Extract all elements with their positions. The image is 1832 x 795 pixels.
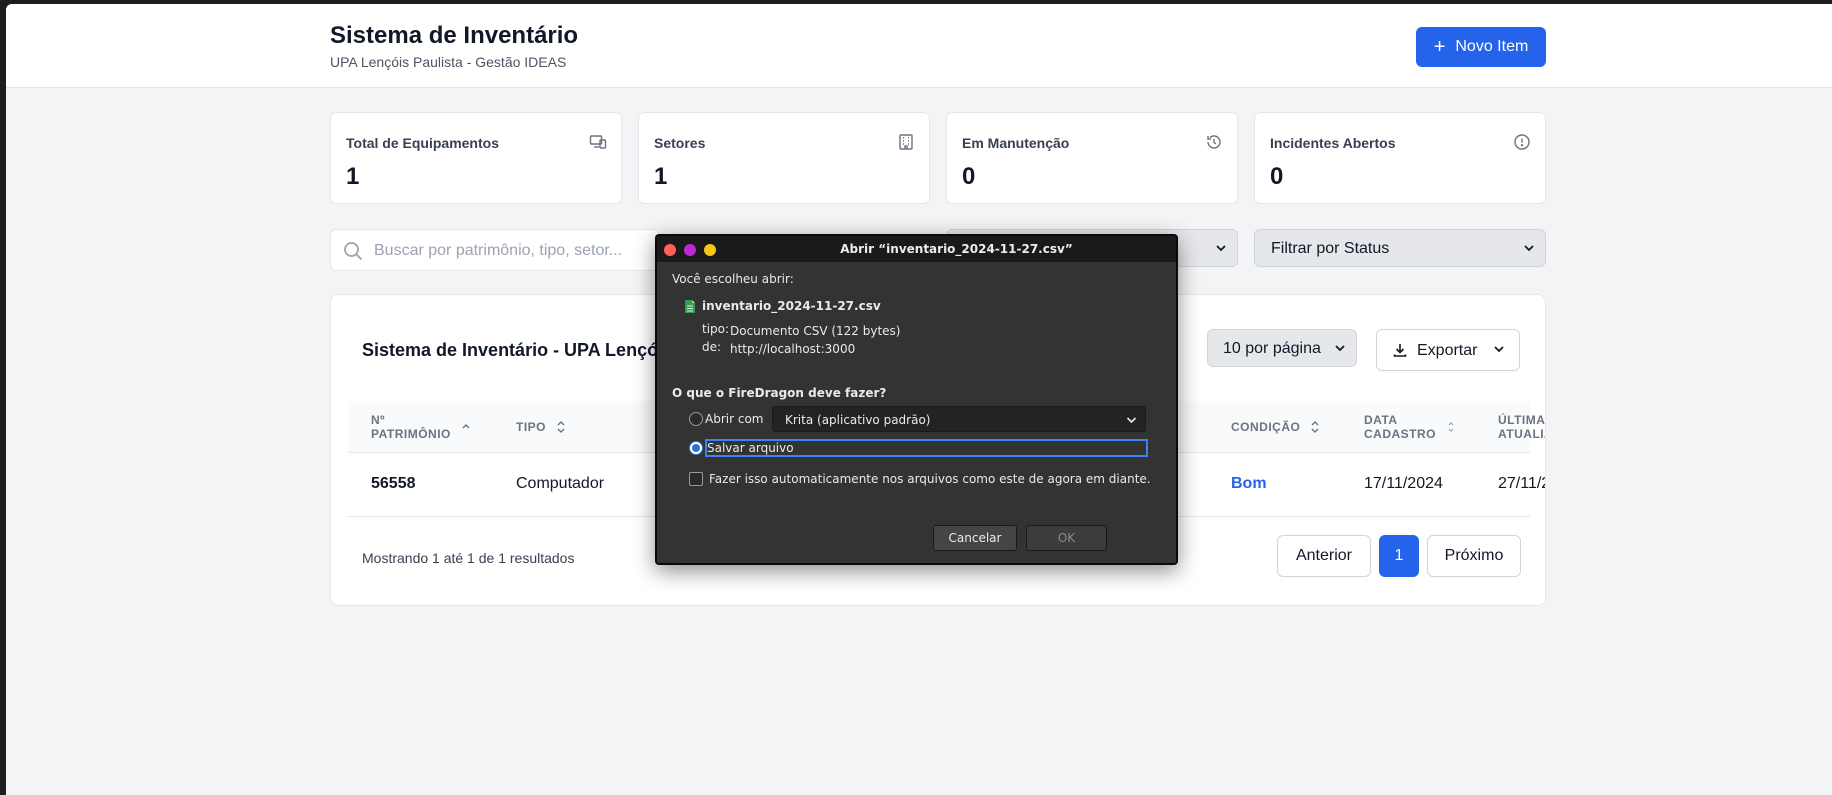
dialog-question: O que o FireDragon deve fazer? bbox=[672, 386, 887, 400]
building-icon bbox=[899, 134, 913, 150]
per-page-select[interactable]: 10 por página bbox=[1207, 329, 1357, 367]
chevron-down-icon bbox=[1524, 245, 1534, 252]
dialog-titlebar[interactable]: Abrir “inventario_2024-11-27.csv” bbox=[657, 236, 1176, 262]
chevron-down-icon bbox=[1335, 345, 1345, 352]
stat-value: 0 bbox=[1270, 163, 1284, 190]
type-label: tipo: bbox=[702, 322, 730, 336]
save-file-radio[interactable] bbox=[689, 441, 703, 455]
column-header-label: CONDIÇÃO bbox=[1231, 420, 1301, 434]
chevron-down-icon bbox=[1216, 245, 1226, 252]
stat-value: 1 bbox=[654, 163, 668, 190]
auto-action-checkbox[interactable] bbox=[689, 472, 703, 486]
pagination-next-button[interactable]: Próximo bbox=[1427, 535, 1521, 577]
stat-label: Total de Equipamentos bbox=[346, 135, 499, 151]
new-item-label: Novo Item bbox=[1455, 38, 1529, 55]
history-icon bbox=[1207, 135, 1221, 149]
column-header-condicao[interactable]: CONDIÇÃO bbox=[1231, 401, 1320, 453]
column-header-label: Nº bbox=[371, 413, 386, 427]
column-header-label: CADASTRO bbox=[1364, 427, 1436, 441]
cell-data-cadastro: 17/11/2024 bbox=[1364, 475, 1443, 492]
results-summary: Mostrando 1 até 1 de 1 resultados bbox=[362, 550, 575, 566]
stat-value: 1 bbox=[346, 163, 360, 190]
stat-label: Em Manutenção bbox=[962, 135, 1070, 151]
dialog-filename: inventario_2024-11-27.csv bbox=[702, 299, 881, 313]
column-header-label: ÚLTIMA bbox=[1498, 413, 1546, 427]
search-input[interactable]: Buscar por patrimônio, tipo, setor... bbox=[330, 229, 660, 271]
stat-label: Incidentes Abertos bbox=[1270, 135, 1396, 151]
sort-icon bbox=[1311, 421, 1319, 433]
page-title: Sistema de Inventário bbox=[330, 22, 579, 49]
cell-ultima-atualizacao: 27/11/20 bbox=[1498, 475, 1545, 492]
ok-button[interactable]: OK bbox=[1026, 525, 1107, 551]
export-label: Exportar bbox=[1417, 342, 1478, 359]
devices-icon bbox=[589, 135, 607, 149]
column-header-ultima-atualizacao[interactable]: ÚLTIMAATUALIZAÇ bbox=[1498, 401, 1546, 453]
stat-card-incidents: Incidentes Abertos 0 bbox=[1254, 112, 1546, 204]
pagination-page-1[interactable]: 1 bbox=[1379, 535, 1419, 577]
open-file-dialog: Abrir “inventario_2024-11-27.csv” Você e… bbox=[655, 234, 1178, 565]
open-with-app-select[interactable]: Krita (aplicativo padrão) bbox=[772, 406, 1146, 432]
column-header-tipo[interactable]: TIPO bbox=[516, 401, 566, 453]
chevron-down-icon bbox=[1494, 346, 1504, 353]
open-with-radio[interactable] bbox=[689, 412, 703, 426]
stat-card-total: Total de Equipamentos 1 bbox=[330, 112, 622, 204]
save-file-label[interactable]: Salvar arquivo bbox=[707, 441, 794, 455]
column-header-label: PATRIMÔNIO bbox=[371, 427, 451, 441]
csv-file-icon bbox=[685, 300, 695, 313]
auto-action-label[interactable]: Fazer isso automaticamente nos arquivos … bbox=[709, 472, 1151, 486]
sort-icon bbox=[557, 421, 565, 433]
per-page-value: 10 por página bbox=[1223, 340, 1321, 357]
from-label: de: bbox=[702, 340, 722, 354]
cell-tipo: Computador bbox=[516, 475, 605, 492]
app-header: Sistema de Inventário UPA Lençóis Paulis… bbox=[6, 4, 1832, 88]
sort-asc-icon bbox=[462, 424, 470, 429]
column-header-label: ATUALIZAÇ bbox=[1498, 427, 1545, 441]
table-title: Sistema de Inventário - UPA Lençóis bbox=[362, 340, 674, 360]
page-subtitle: UPA Lençóis Paulista - Gestão IDEAS bbox=[330, 54, 567, 70]
open-with-app-value: Krita (aplicativo padrão) bbox=[785, 413, 931, 427]
cancel-button[interactable]: Cancelar bbox=[933, 525, 1017, 551]
column-header-data-cadastro[interactable]: DATA CADASTRO bbox=[1364, 401, 1456, 453]
cell-patrimonio: 56558 bbox=[371, 475, 416, 492]
pagination-prev-button[interactable]: Anterior bbox=[1277, 535, 1371, 577]
stat-value: 0 bbox=[962, 163, 976, 190]
column-header-label: TIPO bbox=[516, 420, 547, 434]
status-filter-select[interactable]: Filtrar por Status bbox=[1254, 229, 1546, 267]
stat-card-maintenance: Em Manutenção 0 bbox=[946, 112, 1238, 204]
type-value: Documento CSV (122 bytes) bbox=[730, 324, 901, 338]
search-icon bbox=[344, 242, 363, 261]
new-item-button[interactable]: + Novo Item bbox=[1416, 27, 1546, 67]
download-icon bbox=[1393, 344, 1407, 357]
chose-label: Você escolheu abrir: bbox=[672, 272, 794, 286]
search-placeholder: Buscar por patrimônio, tipo, setor... bbox=[374, 242, 623, 259]
stat-label: Setores bbox=[654, 135, 706, 151]
chevron-down-icon bbox=[1126, 417, 1137, 424]
alert-circle-icon bbox=[1514, 134, 1530, 150]
sort-icon bbox=[1448, 422, 1454, 432]
from-value: http://localhost:3000 bbox=[730, 342, 856, 356]
open-with-label[interactable]: Abrir com bbox=[705, 412, 763, 426]
column-header-label: DATA bbox=[1364, 413, 1398, 427]
stat-card-sectors: Setores 1 bbox=[638, 112, 930, 204]
plus-icon: + bbox=[1433, 36, 1446, 58]
column-header-patrimonio[interactable]: Nº PATRIMÔNIO bbox=[371, 401, 471, 453]
export-button[interactable]: Exportar bbox=[1376, 329, 1520, 371]
cell-condicao: Bom bbox=[1231, 475, 1267, 492]
dialog-title: Abrir “inventario_2024-11-27.csv” bbox=[840, 242, 1073, 256]
status-filter-value: Filtrar por Status bbox=[1271, 240, 1390, 257]
